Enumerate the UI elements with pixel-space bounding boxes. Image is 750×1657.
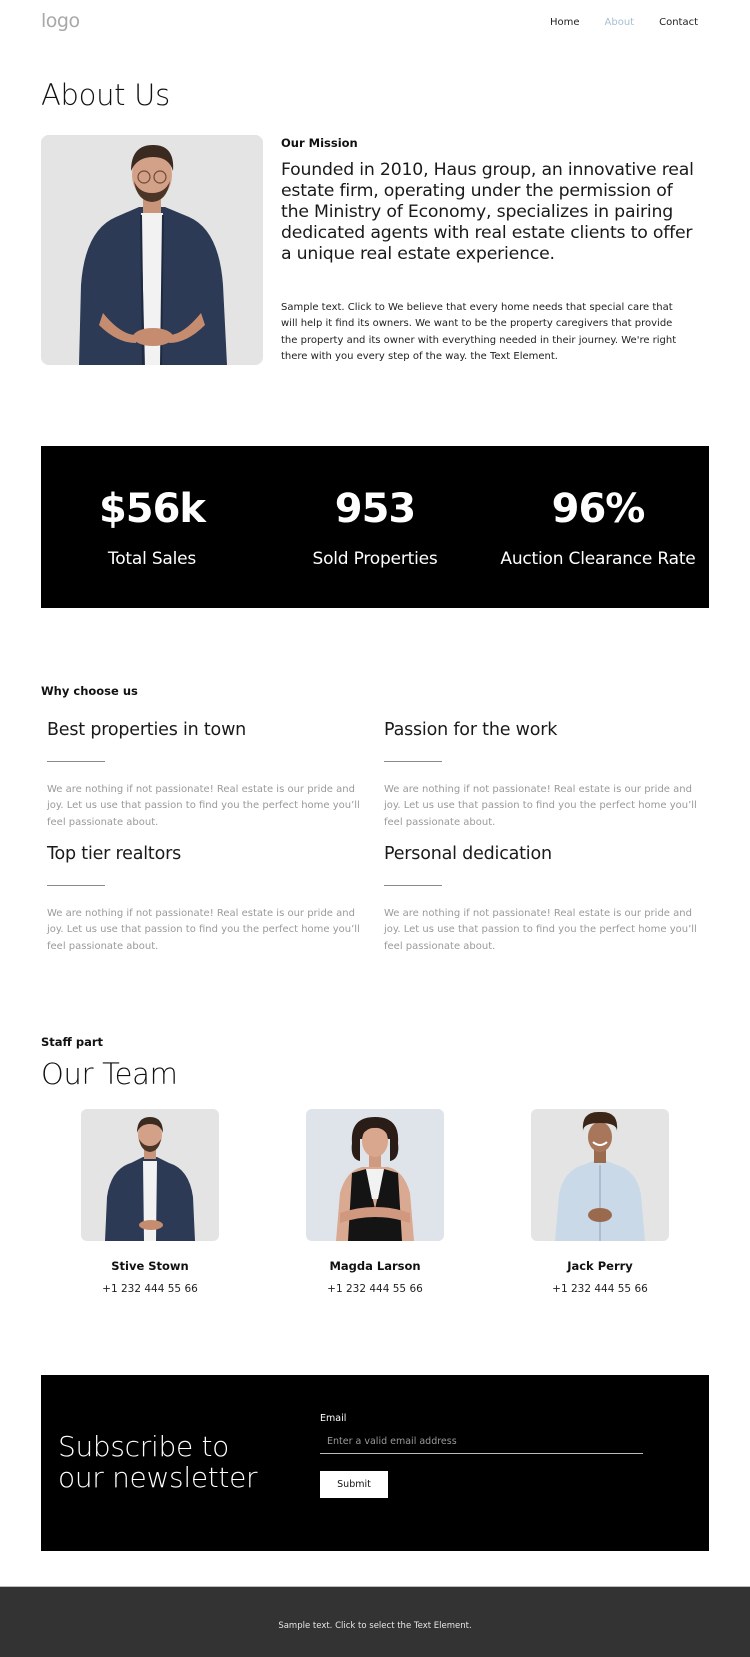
divider (47, 885, 105, 886)
team-member: Magda Larson +1 232 444 55 66 (306, 1109, 444, 1295)
nav-about[interactable]: About (605, 17, 635, 28)
team-member: Jack Perry +1 232 444 55 66 (531, 1109, 669, 1295)
feature-title: Personal dedication (384, 844, 552, 864)
divider (384, 885, 442, 886)
feature-text: We are nothing if not passionate! Real e… (384, 784, 697, 828)
site-header: logo Home About Contact (0, 0, 750, 46)
feature-item: Top tier realtors We are nothing if not … (47, 844, 362, 955)
stats-banner: $56k Total Sales 953 Sold Properties 96%… (41, 446, 709, 608)
feature-item: Passion for the work We are nothing if n… (384, 720, 699, 831)
submit-button[interactable]: Submit (320, 1471, 388, 1498)
stat-label: Total Sales (107, 549, 197, 569)
stat-value: 96% (551, 486, 646, 532)
feature-title: Passion for the work (384, 720, 558, 740)
person-photo-icon (531, 1109, 669, 1241)
team-member: Stive Stown +1 232 444 55 66 (81, 1109, 219, 1295)
newsletter-title-line: Subscribe to (58, 1430, 229, 1463)
team-title: Our Team (41, 1057, 178, 1091)
newsletter-section: Subscribe to our newsletter Email Submit (41, 1375, 709, 1551)
staff-label: Staff part (41, 1035, 104, 1049)
person-photo-icon (306, 1109, 444, 1241)
mission-lead-text: Founded in 2010, Haus group, an innovati… (281, 160, 694, 264)
mission-label: Our Mission (281, 136, 358, 150)
newsletter-title: Subscribe to our newsletter (58, 1430, 258, 1494)
member-phone: +1 232 444 55 66 (102, 1283, 198, 1295)
member-photo (81, 1109, 219, 1241)
feature-text: We are nothing if not passionate! Real e… (384, 908, 697, 952)
person-photo-icon (41, 135, 263, 365)
member-photo (531, 1109, 669, 1241)
mission-body-text: Sample text. Click to We believe that ev… (281, 302, 677, 363)
feature-text: We are nothing if not passionate! Real e… (47, 784, 360, 828)
stat-label: Sold Properties (312, 549, 438, 569)
footer-text: Sample text. Click to select the Text El… (278, 1621, 472, 1631)
member-name: Jack Perry (567, 1259, 633, 1273)
main-nav: Home About Contact (525, 17, 698, 28)
nav-contact[interactable]: Contact (659, 17, 698, 28)
email-input[interactable] (320, 1430, 643, 1454)
why-choose-us-label: Why choose us (41, 684, 138, 698)
feature-title: Top tier realtors (47, 844, 181, 864)
divider (47, 761, 105, 762)
member-phone: +1 232 444 55 66 (327, 1283, 423, 1295)
member-phone: +1 232 444 55 66 (552, 1283, 648, 1295)
feature-text: We are nothing if not passionate! Real e… (47, 908, 360, 952)
member-photo (306, 1109, 444, 1241)
stat-label: Auction Clearance Rate (500, 549, 696, 569)
member-name: Magda Larson (329, 1259, 421, 1273)
stat-value: 953 (334, 486, 417, 532)
email-label: Email (320, 1413, 347, 1424)
feature-item: Best properties in town We are nothing i… (47, 720, 362, 831)
feature-item: Personal dedication We are nothing if no… (384, 844, 699, 955)
newsletter-title-line: our newsletter (58, 1461, 258, 1494)
member-name: Stive Stown (111, 1259, 189, 1273)
site-footer: Sample text. Click to select the Text El… (0, 1586, 750, 1657)
mission-photo (41, 135, 263, 365)
divider (384, 761, 442, 762)
page-title: About Us (41, 78, 170, 112)
logo[interactable]: logo (41, 10, 80, 32)
stat-value: $56k (98, 486, 206, 532)
nav-home[interactable]: Home (550, 17, 580, 28)
person-photo-icon (81, 1109, 219, 1241)
feature-title: Best properties in town (47, 720, 247, 740)
